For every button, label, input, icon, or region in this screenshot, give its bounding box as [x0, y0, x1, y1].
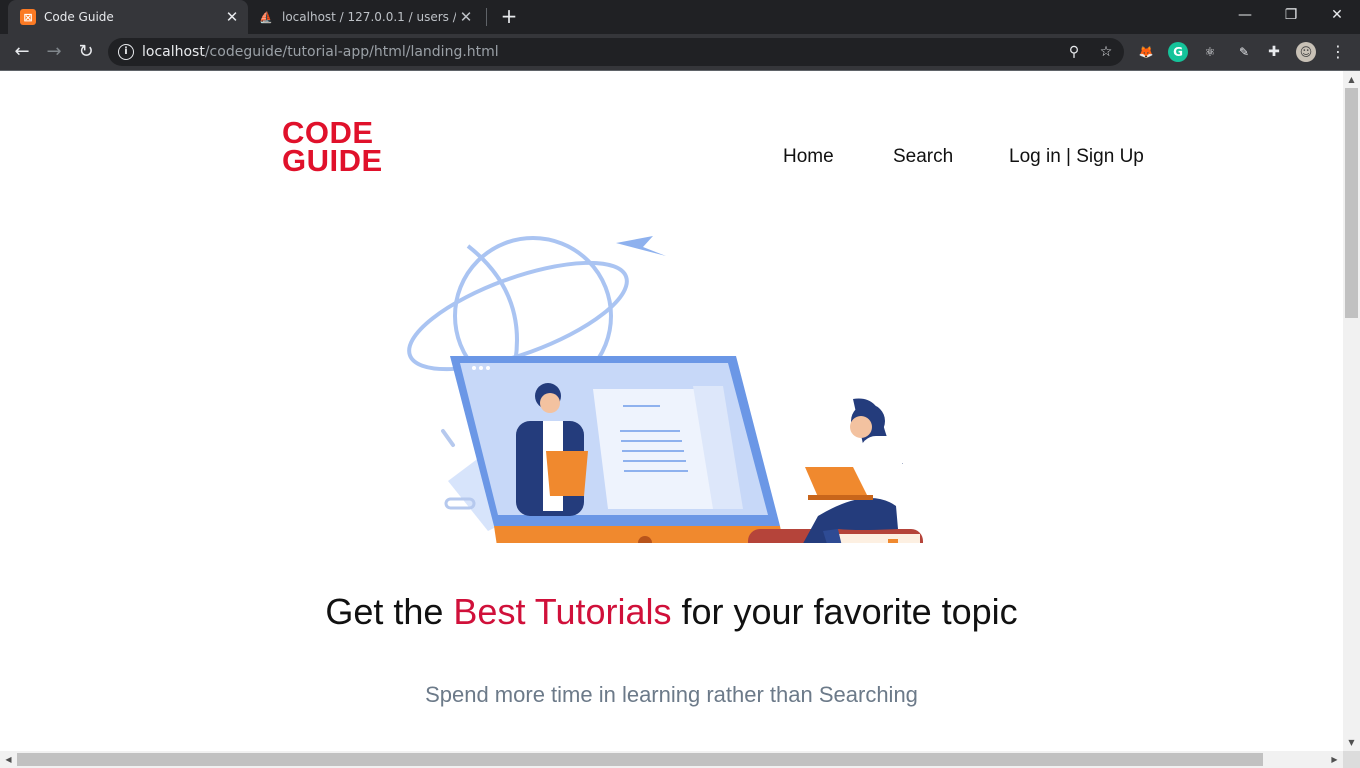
hero-headline: Get the Best Tutorials for your favorite…: [0, 591, 1343, 633]
site-logo[interactable]: CODE GUIDE: [282, 117, 383, 178]
page-viewport: CODE GUIDE Home Search Log in | Sign Up: [0, 71, 1343, 751]
profile-avatar[interactable]: ☺: [1296, 42, 1316, 62]
new-tab-icon[interactable]: +: [498, 5, 520, 27]
bookmark-star-icon[interactable]: ☆: [1096, 42, 1116, 62]
zoom-icon[interactable]: ⚲: [1064, 42, 1084, 62]
scroll-right-icon[interactable]: ▶: [1326, 751, 1343, 768]
paperclip-graphic-2: [441, 429, 455, 447]
scroll-left-icon[interactable]: ◀: [0, 751, 17, 768]
hero-illustration: [407, 236, 923, 543]
back-icon[interactable]: ←: [8, 38, 36, 66]
reload-icon[interactable]: ↻: [72, 38, 100, 66]
nav-search-link[interactable]: Search: [893, 146, 953, 168]
metamask-icon[interactable]: 🦊: [1136, 42, 1156, 62]
tab-phpmyadmin[interactable]: ⛵ localhost / 127.0.0.1 / users / log ✕: [250, 0, 482, 34]
woman-figure-graphic: [803, 398, 903, 543]
minimize-icon[interactable]: —: [1222, 0, 1268, 30]
phpmyadmin-icon: ⛵: [259, 10, 273, 24]
xampp-icon: ⊠: [20, 9, 36, 25]
tab-title: localhost / 127.0.0.1 / users / log: [282, 10, 456, 24]
scrollbar-corner: [1343, 751, 1360, 768]
color-picker-icon[interactable]: ✎: [1234, 42, 1254, 62]
site-info-icon[interactable]: i: [118, 44, 134, 60]
tab-divider: [486, 8, 487, 26]
headline-pre: Get the: [325, 591, 454, 632]
nav-login-signup-link[interactable]: Log in | Sign Up: [1009, 146, 1144, 168]
grammarly-icon[interactable]: G: [1168, 42, 1188, 62]
close-tab-icon[interactable]: ✕: [456, 8, 476, 26]
restore-icon[interactable]: ❐: [1268, 0, 1314, 30]
logo-line-2: GUIDE: [282, 143, 383, 178]
headline-post: for your favorite topic: [671, 591, 1018, 632]
address-bar[interactable]: i localhost/codeguide/tutorial-app/html/…: [108, 38, 1124, 66]
vertical-scroll-thumb[interactable]: [1345, 88, 1358, 318]
nav-home-link[interactable]: Home: [783, 146, 834, 168]
horizontal-scroll-thumb[interactable]: [17, 753, 1263, 766]
close-tab-icon[interactable]: ✕: [222, 8, 242, 26]
hero-subheadline: Spend more time in learning rather than …: [425, 682, 918, 707]
tab-title: Code Guide: [44, 10, 114, 24]
vertical-scrollbar[interactable]: ▲ ▼: [1343, 71, 1360, 751]
close-window-icon[interactable]: ✕: [1314, 0, 1360, 30]
tab-bar: ⊠ Code Guide ✕ ⛵ localhost / 127.0.0.1 /…: [0, 0, 1360, 34]
monitor-graphic: [450, 356, 784, 543]
horizontal-scrollbar[interactable]: ◀ ▶: [0, 751, 1343, 768]
headline-accent: Best Tutorials: [453, 591, 672, 632]
scroll-up-icon[interactable]: ▲: [1343, 71, 1360, 88]
extensions-icon[interactable]: ✚: [1264, 42, 1284, 62]
tab-code-guide[interactable]: ⊠ Code Guide ✕: [8, 0, 248, 34]
scroll-down-icon[interactable]: ▼: [1343, 734, 1360, 751]
forward-icon[interactable]: →: [40, 38, 68, 66]
paper-plane-graphic: [616, 236, 666, 256]
url-text[interactable]: localhost/codeguide/tutorial-app/html/la…: [142, 44, 499, 60]
browser-toolbar: ← → ↻ i localhost/codeguide/tutorial-app…: [0, 34, 1360, 70]
menu-icon[interactable]: ⋮: [1328, 42, 1348, 62]
react-devtools-icon[interactable]: ⚛: [1200, 42, 1220, 62]
